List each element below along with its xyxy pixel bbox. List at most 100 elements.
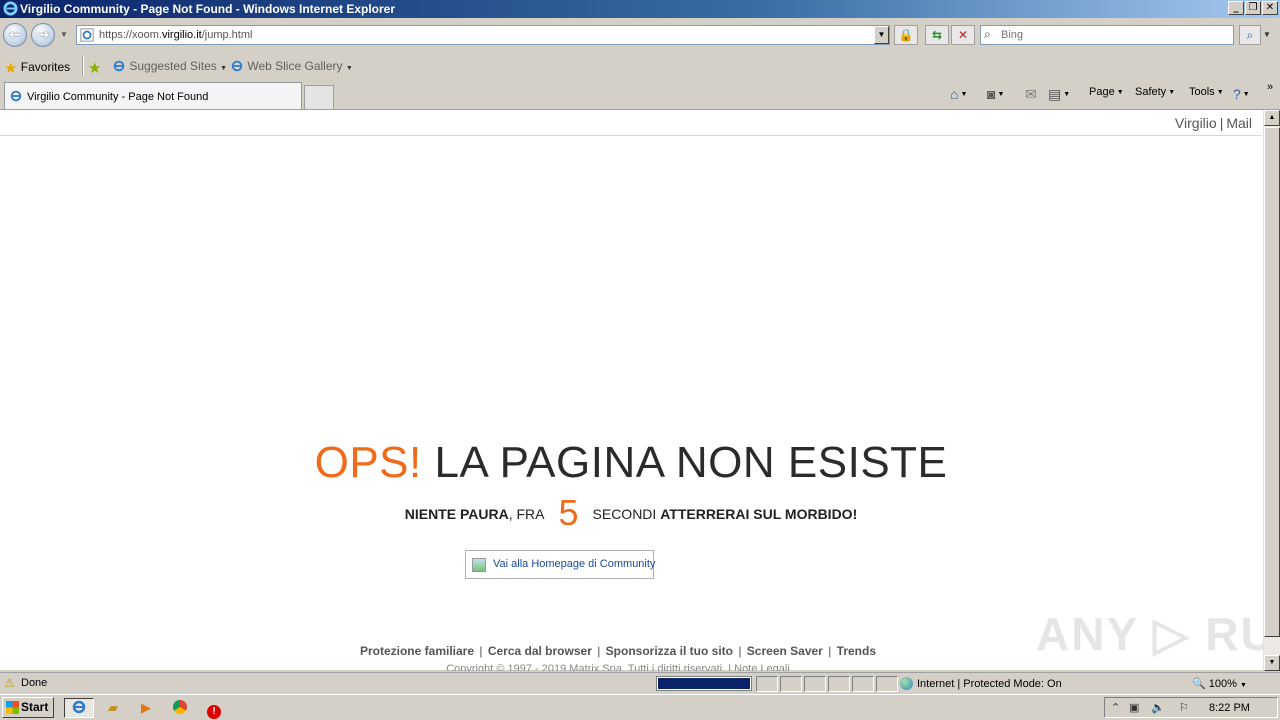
sub-text-2: SECONDI [592,506,657,522]
mail-link[interactable]: Mail [1226,115,1252,131]
vertical-scrollbar[interactable]: ▲ ▼ [1263,110,1280,671]
status-pane [756,676,778,692]
scroll-down-icon[interactable]: ▼ [1264,655,1280,671]
safety-menu[interactable]: Safety ▼ [1135,86,1175,98]
more-commands-button[interactable]: » [1267,81,1273,93]
zoom-level[interactable]: 🔍 100% ▼ [1192,677,1247,690]
chevron-down-icon: ▼ [1168,89,1176,96]
taskbar-explorer-icon[interactable]: ▰ [98,698,128,718]
status-pane [852,676,874,692]
address-bar[interactable]: https://xoom.virgilio.it/jump.html ▼ [76,25,890,45]
help-button[interactable]: ? ▼ [1233,86,1250,102]
stop-icon[interactable]: ✕ [951,25,975,45]
read-mail-button[interactable]: ✉ [1025,86,1037,103]
network-icon[interactable]: ▣ [1129,701,1139,714]
footer-link-protezione[interactable]: Protezione familiare [360,644,474,658]
page-viewport: Virgilio | Mail OPS! LA PAGINA NON ESISTE … [0,109,1280,671]
ie-page-icon [113,60,125,72]
tab-bar: Virgilio Community - Page Not Found ⌂ ▼ ◙… [0,80,1280,109]
chevron-down-icon: ▼ [1063,91,1071,98]
footer-link-screensaver[interactable]: Screen Saver [747,644,823,658]
search-input[interactable] [1001,28,1229,42]
top-links: Virgilio | Mail [1175,115,1252,131]
web-slice-gallery-label: Web Slice Gallery [247,59,343,73]
homepage-button[interactable]: Vai alla Homepage di Community [465,550,655,579]
page-menu-label: Page [1089,86,1115,98]
safety-menu-label: Safety [1135,86,1167,98]
favorites-label: Favorites [20,60,71,74]
chevron-down-icon: ▼ [1116,89,1124,96]
tab-page-not-found[interactable]: Virgilio Community - Page Not Found [4,82,302,109]
start-button[interactable]: Start [2,697,54,718]
refresh-icon[interactable]: ⇆ [925,25,949,45]
action-center-flag-icon[interactable]: ⚐ [1179,701,1189,714]
taskbar-chrome-icon[interactable] [165,698,195,718]
volume-icon[interactable]: 🔈 [1151,701,1165,714]
anyrun-watermark: ANY ▷ RUN [1036,608,1280,660]
pipe-separator: | [735,644,745,658]
chevron-down-icon: ▼ [1239,682,1247,689]
virgilio-link[interactable]: Virgilio [1175,115,1217,131]
status-pane [780,676,802,692]
search-options-dropdown-icon[interactable]: ▼ [1263,30,1271,39]
restore-button[interactable]: ❐ [1245,1,1261,15]
minimize-button[interactable]: _ [1228,1,1244,15]
chevron-down-icon: ▼ [997,91,1005,98]
recent-pages-dropdown-icon[interactable]: ▼ [60,30,68,39]
globe-icon [900,677,913,690]
status-pane [876,676,898,692]
show-hidden-icons-icon[interactable]: ⌃ [1111,701,1120,714]
suggested-sites-item[interactable]: Suggested Sites ▼ [112,59,227,73]
taskbar-security-icon[interactable]: ! [199,698,229,719]
windows-flag-icon [6,701,19,714]
countdown-message: NIENTE PAURA, FRA 5 SECONDI ATTERRERAI SUL… [0,492,1262,534]
feeds-button[interactable]: ◙ ▼ [987,86,1004,102]
pipe-separator: | [476,644,486,658]
url-prefix: https://xoom. [99,29,162,41]
help-icon: ? [1233,86,1241,102]
search-box[interactable]: ⌕ [980,25,1234,45]
broken-image-icon [472,558,486,572]
scroll-up-icon[interactable]: ▲ [1264,110,1280,126]
home-icon: ⌂ [950,86,959,102]
search-go-button[interactable]: ⌕ [1239,25,1261,45]
window-title: Virgilio Community - Page Not Found - Wi… [20,2,396,16]
printer-icon: ▤ [1048,86,1062,102]
taskbar-media-player-icon[interactable]: ▶ [131,698,161,718]
close-window-button[interactable]: ✕ [1262,1,1278,15]
page-heading: OPS! LA PAGINA NON ESISTE [0,438,1262,488]
sub-bold-2: ATTERRERAI SUL MORBIDO! [660,506,858,522]
start-label: Start [21,700,49,714]
print-button[interactable]: ▤ ▼ [1048,86,1070,103]
forward-button[interactable]: → [31,23,55,47]
scroll-thumb[interactable] [1264,127,1280,637]
add-to-favorites-bar-button[interactable]: ★ [88,59,101,77]
security-zone[interactable]: Internet | Protected Mode: On [900,677,1062,690]
url-host: virgilio.it [161,29,202,41]
pipe-separator: | [824,644,835,658]
home-button[interactable]: ⌂ ▼ [950,86,967,102]
countdown-number: 5 [558,492,579,533]
footer-link-trends[interactable]: Trends [837,644,876,658]
tab-label: Virgilio Community - Page Not Found [27,91,209,103]
back-button[interactable]: ← [3,23,27,47]
footer-link-cerca[interactable]: Cerca dal browser [488,644,592,658]
mail-icon: ✉ [1025,86,1037,102]
footer-link-sponsorizza[interactable]: Sponsorizza il tuo sito [606,644,733,658]
stop-sign-icon: ! [207,705,221,719]
new-tab-button[interactable] [304,85,334,109]
favorites-button[interactable]: ★ Favorites [4,59,70,77]
lock-icon[interactable]: 🔒 [894,25,918,45]
title-bar: Virgilio Community - Page Not Found - Wi… [0,0,1280,18]
address-dropdown-icon[interactable]: ▼ [874,26,889,44]
page-menu[interactable]: Page ▼ [1089,86,1124,98]
pipe-separator: | [1219,115,1224,131]
chevron-down-icon: ▼ [1242,91,1250,98]
taskbar-ie-icon[interactable] [64,698,94,718]
tools-menu[interactable]: Tools ▼ [1189,86,1224,98]
chevron-down-icon: ▼ [1216,89,1224,96]
back-arrow-icon: ← [9,27,21,43]
clock: 8:22 PM [1209,702,1250,714]
url-path: /jump.html [201,29,253,41]
web-slice-gallery-item[interactable]: Web Slice Gallery ▼ [230,59,353,73]
